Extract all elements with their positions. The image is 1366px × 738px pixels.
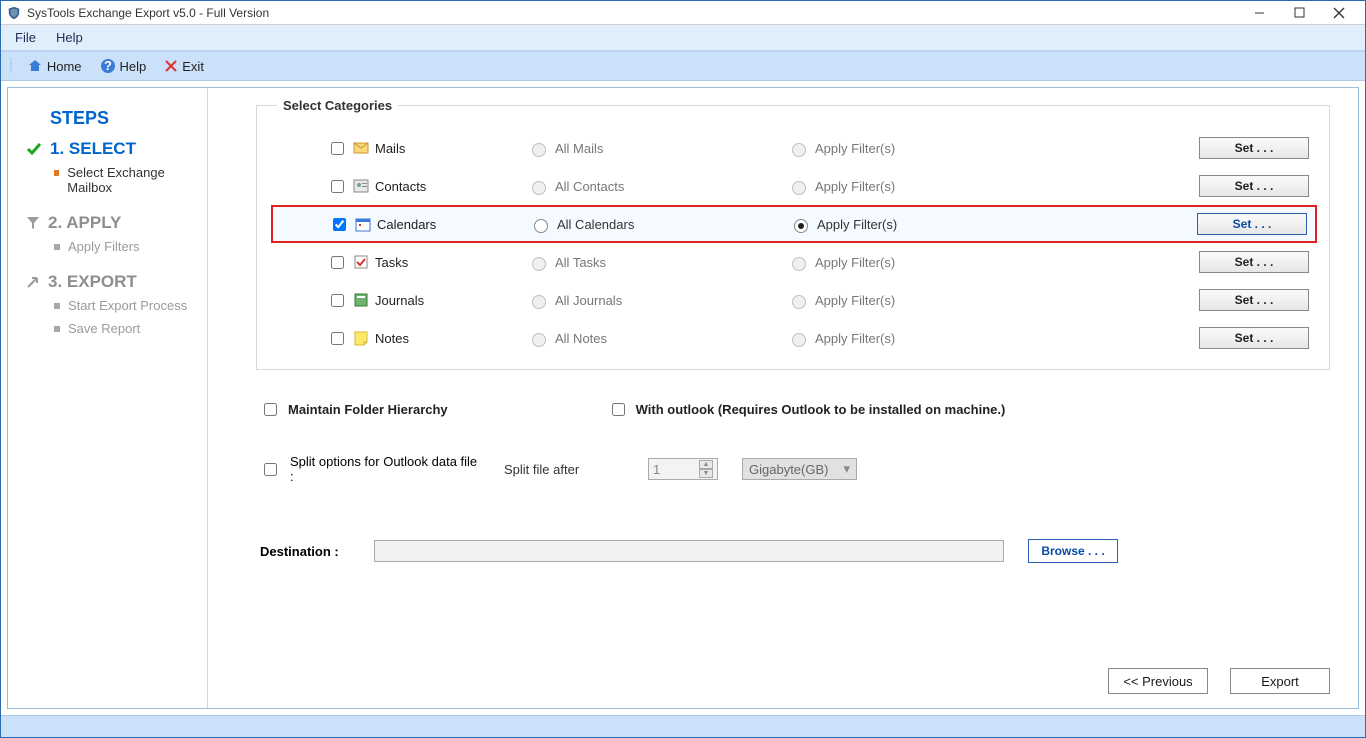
with-outlook-option[interactable]: With outlook (Requires Outlook to be ins… [608, 400, 1006, 419]
category-row-notes: Notes All Notes Apply Filter(s) Set . . … [277, 319, 1309, 357]
close-button[interactable] [1319, 2, 1359, 24]
options-area: Maintain Folder Hierarchy With outlook (… [256, 400, 1330, 563]
notes-icon [353, 330, 369, 346]
toolbar: ┊ Home ? Help Exit [1, 51, 1365, 81]
toolbar-home[interactable]: Home [21, 56, 88, 76]
steps-heading: STEPS [50, 108, 195, 129]
content: STEPS 1. SELECT Select Exchange Mailbox … [1, 81, 1365, 715]
statusbar [1, 715, 1365, 737]
contacts-set-button[interactable]: Set . . . [1199, 175, 1309, 197]
browse-button[interactable]: Browse . . . [1028, 539, 1118, 563]
contacts-all-radio[interactable] [532, 181, 546, 195]
split-value-input[interactable]: 1 ▲▼ [648, 458, 718, 480]
category-row-mails: Mails All Mails Apply Filter(s) Set . . … [277, 129, 1309, 167]
content-frame: STEPS 1. SELECT Select Exchange Mailbox … [7, 87, 1359, 709]
calendar-icon [355, 216, 371, 232]
calendars-checkbox[interactable] [333, 218, 346, 231]
menubar: File Help [1, 25, 1365, 51]
step-3-sub2: Save Report [54, 321, 195, 336]
notes-all-radio[interactable] [532, 333, 546, 347]
maximize-button[interactable] [1279, 2, 1319, 24]
split-after-label: Split file after [504, 462, 624, 477]
toolbar-help[interactable]: ? Help [94, 56, 153, 76]
journals-icon [353, 292, 369, 308]
notes-filter-radio[interactable] [792, 333, 806, 347]
journals-checkbox[interactable] [331, 294, 344, 307]
with-outlook-checkbox[interactable] [612, 403, 625, 416]
tasks-set-button[interactable]: Set . . . [1199, 251, 1309, 273]
notes-checkbox[interactable] [331, 332, 344, 345]
help-icon: ? [100, 58, 116, 74]
spinner[interactable]: ▲▼ [699, 460, 713, 478]
mails-checkbox[interactable] [331, 142, 344, 155]
notes-set-button[interactable]: Set . . . [1199, 327, 1309, 349]
export-button[interactable]: Export [1230, 668, 1330, 694]
category-row-journals: Journals All Journals Apply Filter(s) Se… [277, 281, 1309, 319]
tasks-icon [353, 254, 369, 270]
calendars-filter-radio[interactable] [794, 219, 808, 233]
spin-up-icon[interactable]: ▲ [699, 460, 713, 469]
split-unit-select[interactable]: Gigabyte(GB) ▾ [742, 458, 857, 480]
split-options-row: Split options for Outlook data file : Sp… [260, 454, 1330, 484]
categories-legend: Select Categories [277, 98, 398, 113]
bullet-icon [54, 244, 60, 250]
app-icon [7, 6, 21, 20]
tasks-checkbox[interactable] [331, 256, 344, 269]
maintain-hierarchy-option[interactable]: Maintain Folder Hierarchy [260, 400, 448, 419]
tasks-all-radio[interactable] [532, 257, 546, 271]
menu-help[interactable]: Help [46, 27, 93, 48]
bullet-icon [54, 170, 59, 176]
contacts-filter-radio[interactable] [792, 181, 806, 195]
mails-all-radio[interactable] [532, 143, 546, 157]
split-checkbox[interactable] [264, 463, 277, 476]
mail-icon [353, 140, 369, 156]
step-2: 2. APPLY [26, 213, 195, 233]
contacts-icon [353, 178, 369, 194]
bullet-icon [54, 326, 60, 332]
tasks-filter-radio[interactable] [792, 257, 806, 271]
step-1-sub[interactable]: Select Exchange Mailbox [54, 165, 195, 195]
check-icon [26, 141, 42, 157]
step-1: 1. SELECT [26, 139, 195, 159]
nav-buttons: << Previous Export [1108, 668, 1330, 694]
step-2-sub: Apply Filters [54, 239, 195, 254]
step-3: 3. EXPORT [26, 272, 195, 292]
home-icon [27, 58, 43, 74]
svg-text:?: ? [104, 58, 112, 73]
journals-all-radio[interactable] [532, 295, 546, 309]
app-window: SysTools Exchange Export v5.0 - Full Ver… [0, 0, 1366, 738]
maintain-hierarchy-checkbox[interactable] [264, 403, 277, 416]
export-icon [26, 275, 40, 289]
mails-set-button[interactable]: Set . . . [1199, 137, 1309, 159]
destination-row: Destination : Browse . . . [260, 539, 1330, 563]
journals-filter-radio[interactable] [792, 295, 806, 309]
minimize-button[interactable] [1239, 2, 1279, 24]
step-3-sub1: Start Export Process [54, 298, 195, 313]
exit-icon [164, 59, 178, 73]
categories-group: Select Categories Mails All Mails Apply … [256, 98, 1330, 370]
calendars-all-radio[interactable] [534, 219, 548, 233]
spin-down-icon[interactable]: ▼ [699, 469, 713, 478]
journals-set-button[interactable]: Set . . . [1199, 289, 1309, 311]
contacts-checkbox[interactable] [331, 180, 344, 193]
toolbar-exit[interactable]: Exit [158, 57, 210, 76]
category-row-tasks: Tasks All Tasks Apply Filter(s) Set . . … [277, 243, 1309, 281]
destination-input[interactable] [374, 540, 1004, 562]
menu-file[interactable]: File [5, 27, 46, 48]
mails-filter-radio[interactable] [792, 143, 806, 157]
category-row-contacts: Contacts All Contacts Apply Filter(s) Se… [277, 167, 1309, 205]
filter-icon [26, 216, 40, 230]
chevron-down-icon: ▾ [843, 461, 850, 477]
calendars-set-button[interactable]: Set . . . [1197, 213, 1307, 235]
category-row-calendars: Calendars All Calendars Apply Filter(s) … [271, 205, 1317, 243]
titlebar: SysTools Exchange Export v5.0 - Full Ver… [1, 1, 1365, 25]
split-option[interactable]: Split options for Outlook data file : [260, 454, 480, 484]
previous-button[interactable]: << Previous [1108, 668, 1208, 694]
main-panel: Select Categories Mails All Mails Apply … [208, 88, 1358, 708]
destination-label: Destination : [260, 544, 350, 559]
steps-sidebar: STEPS 1. SELECT Select Exchange Mailbox … [8, 88, 208, 708]
bullet-icon [54, 303, 60, 309]
window-title: SysTools Exchange Export v5.0 - Full Ver… [27, 6, 1239, 20]
